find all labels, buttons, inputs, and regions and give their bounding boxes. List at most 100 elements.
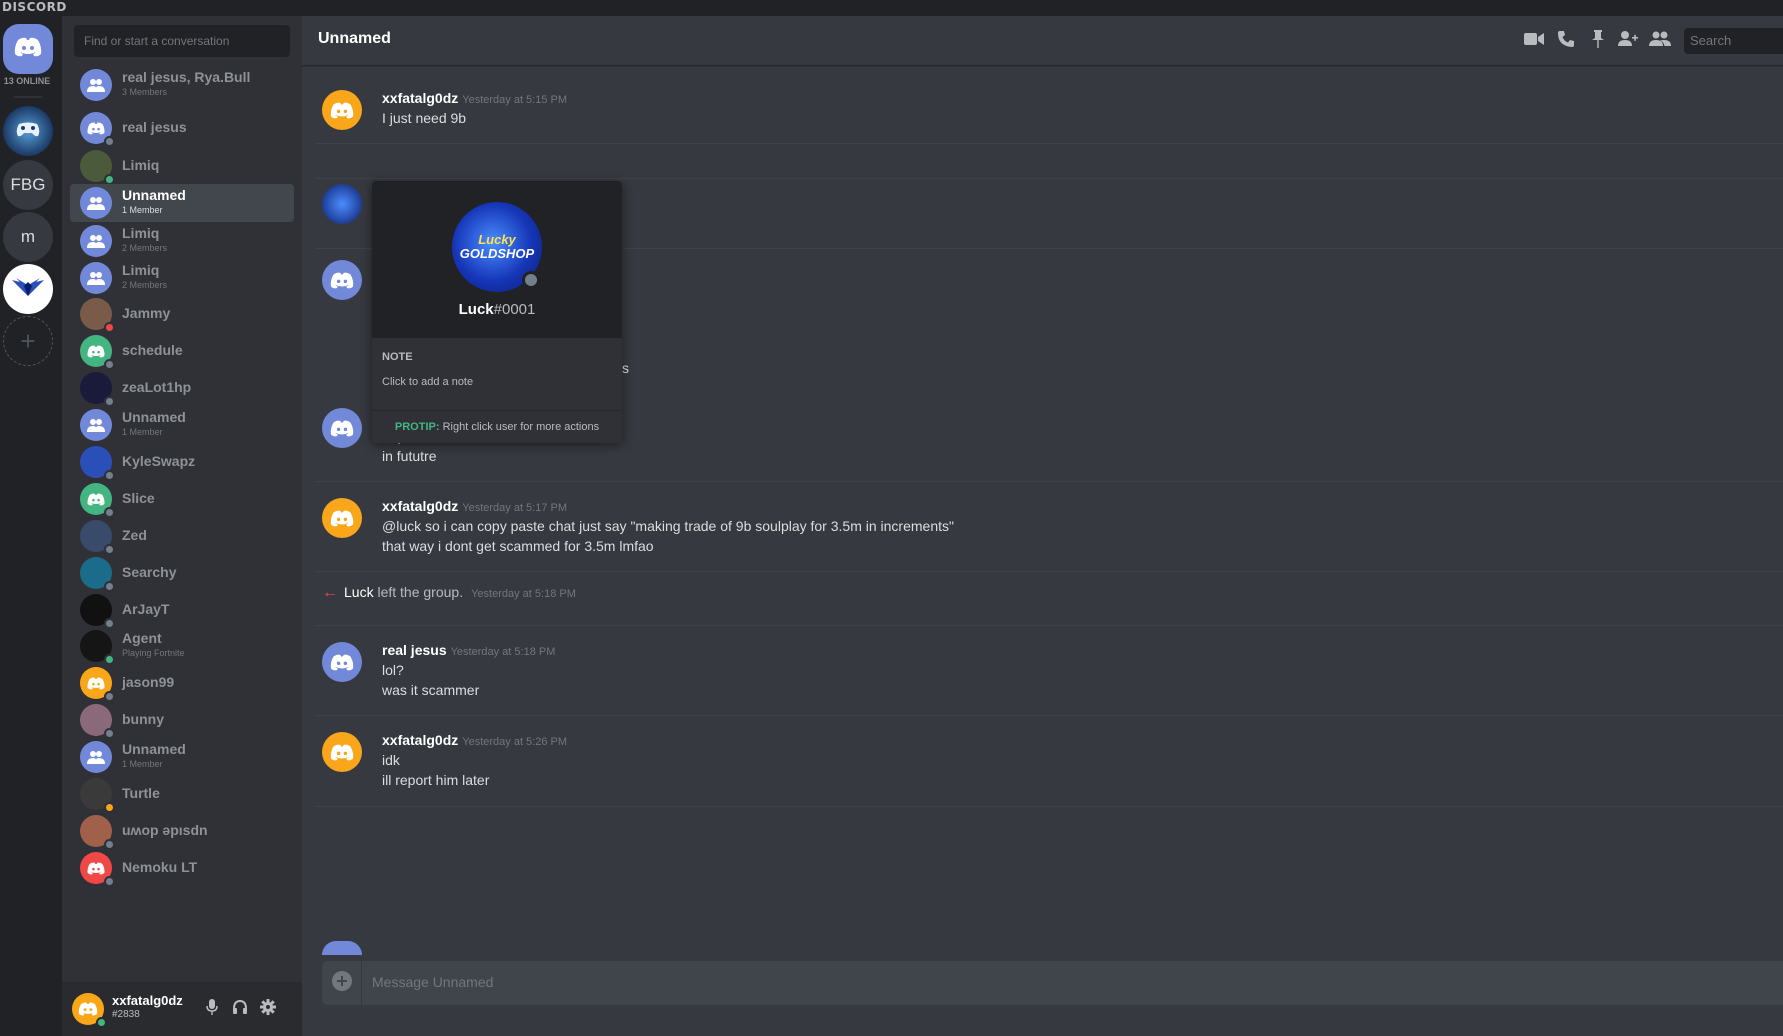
server-icon-gaming[interactable]	[3, 106, 53, 156]
add-friend-button[interactable]	[1616, 29, 1640, 53]
dm-item[interactable]: Zed	[70, 517, 294, 555]
avatar[interactable]	[322, 184, 362, 224]
home-button[interactable]	[3, 24, 53, 74]
dm-item[interactable]: Limiq 2 Members	[70, 259, 294, 297]
page-title: Unnamed	[318, 30, 391, 47]
plus-circle-icon	[331, 970, 353, 997]
pin-icon	[1591, 29, 1605, 53]
avatar[interactable]	[322, 408, 362, 448]
chat-header: Unnamed Search	[302, 16, 1783, 66]
dm-name: bunny	[122, 711, 164, 727]
dm-subtext: 1 Member	[122, 759, 163, 769]
dm-subtext: 1 Member	[122, 427, 163, 437]
gear-icon	[260, 998, 276, 1020]
server-icon-m[interactable]: m	[3, 212, 53, 262]
status-dot	[522, 271, 540, 289]
system-user[interactable]: Luck	[344, 584, 374, 600]
dm-name: Agent	[122, 630, 162, 646]
group-icon	[80, 187, 112, 219]
protip: PROTIP: Right click user for more action…	[372, 410, 622, 443]
avatar[interactable]	[322, 90, 362, 130]
group-icon	[80, 225, 112, 257]
dm-item[interactable]: Unnamed 1 Member	[70, 184, 294, 222]
dm-item[interactable]: Limiq 2 Members	[70, 222, 294, 260]
dm-name: Searchy	[122, 564, 177, 580]
dm-item[interactable]: Nemoku LT	[70, 849, 294, 887]
dm-item[interactable]: bunny	[70, 701, 294, 739]
group-icon	[80, 409, 112, 441]
dm-item[interactable]: jason99	[70, 664, 294, 702]
dm-item[interactable]: uʍop ǝpısdn	[70, 812, 294, 850]
timestamp: Yesterday at 5:26 PM	[462, 736, 568, 748]
dm-name: real jesus	[122, 119, 187, 135]
add-server-button[interactable]: +	[3, 316, 53, 366]
video-call-button[interactable]	[1522, 29, 1546, 53]
server-rail: 13 ONLINE FBG m +	[0, 16, 62, 1036]
pinned-messages-button[interactable]	[1586, 29, 1610, 53]
dm-name: uʍop ǝpısdn	[122, 822, 208, 838]
dm-item[interactable]: zeaLot1hp	[70, 369, 294, 407]
status-dot	[96, 1017, 107, 1028]
upload-button[interactable]	[322, 961, 362, 1005]
note-input[interactable]: Click to add a note	[382, 376, 473, 388]
settings-button[interactable]	[258, 998, 278, 1020]
dm-name: KyleSwapz	[122, 453, 196, 469]
system-text: left the group.	[377, 584, 464, 600]
phone-icon	[1557, 30, 1575, 53]
status-dot	[104, 876, 115, 887]
divider	[316, 571, 1783, 572]
dm-item[interactable]: Unnamed 1 Member	[70, 406, 294, 444]
dm-item[interactable]: schedule	[70, 332, 294, 370]
message-text: @luck so i can copy paste chat just say …	[382, 518, 954, 534]
note-label: NOTE	[382, 351, 413, 363]
avatar[interactable]	[322, 498, 362, 538]
avatar[interactable]	[322, 732, 362, 772]
user-profile-popout: Lucky GOLDSHOP Luck#0001 NOTE Click to a…	[372, 181, 622, 443]
dm-name: Limiq	[122, 157, 160, 173]
mute-button[interactable]	[202, 998, 222, 1019]
server-icon-fbg[interactable]: FBG	[3, 160, 53, 210]
message-author[interactable]: xxfatalg0dz Yesterday at 5:26 PM	[382, 732, 567, 748]
dm-item[interactable]: Agent Playing Fortnite	[70, 627, 294, 665]
dm-item[interactable]: Unnamed 1 Member	[70, 738, 294, 776]
deafen-button[interactable]	[230, 999, 250, 1019]
message-input[interactable]: Message Unnamed	[372, 974, 493, 990]
server-icon-wings[interactable]	[3, 264, 53, 314]
dm-item[interactable]: Jammy	[70, 295, 294, 333]
avatar[interactable]	[322, 642, 362, 682]
dm-item[interactable]: ArJayT	[70, 591, 294, 629]
avatar[interactable]	[322, 260, 362, 300]
find-conversation-input[interactable]: Find or start a conversation	[74, 25, 290, 57]
headphones-icon	[232, 999, 248, 1020]
dm-name: Unnamed	[122, 409, 186, 425]
message-composer: Message Unnamed	[322, 961, 1783, 1005]
dm-item[interactable]: Turtle	[70, 775, 294, 813]
dm-item[interactable]: KyleSwapz	[70, 443, 294, 481]
discord-icon	[14, 37, 42, 62]
dm-name: Limiq	[122, 262, 160, 278]
dm-item[interactable]: Searchy	[70, 554, 294, 592]
message-author[interactable]: real jesus Yesterday at 5:18 PM	[382, 642, 555, 658]
voice-call-button[interactable]	[1554, 29, 1578, 53]
message-text: in fututre	[382, 448, 437, 464]
message-text: was it scammer	[382, 682, 480, 698]
dm-item[interactable]: Limiq	[70, 147, 294, 185]
member-list-button[interactable]	[1648, 29, 1672, 53]
dm-name: Turtle	[122, 785, 160, 801]
group-icon	[80, 69, 112, 101]
dm-subtext: 2 Members	[122, 243, 168, 253]
dm-item[interactable]: real jesus, Rya.Bull 3 Members	[70, 66, 294, 104]
dm-name: Zed	[122, 527, 147, 543]
message-author[interactable]: xxfatalg0dz Yesterday at 5:15 PM	[382, 90, 567, 106]
timestamp: Yesterday at 5:17 PM	[462, 502, 568, 514]
dm-name: Limiq	[122, 225, 160, 241]
message-author[interactable]: xxfatalg0dz Yesterday at 5:17 PM	[382, 498, 567, 514]
avatar	[322, 941, 362, 955]
divider	[316, 715, 1783, 716]
dm-item[interactable]: Slice	[70, 480, 294, 518]
dm-item[interactable]: real jesus	[70, 109, 294, 147]
message-text: that way i dont get scammed for 3.5m lmf…	[382, 538, 654, 554]
left-arrow-icon: ←	[322, 584, 338, 601]
search-input[interactable]: Search	[1684, 28, 1783, 54]
divider	[316, 625, 1783, 626]
